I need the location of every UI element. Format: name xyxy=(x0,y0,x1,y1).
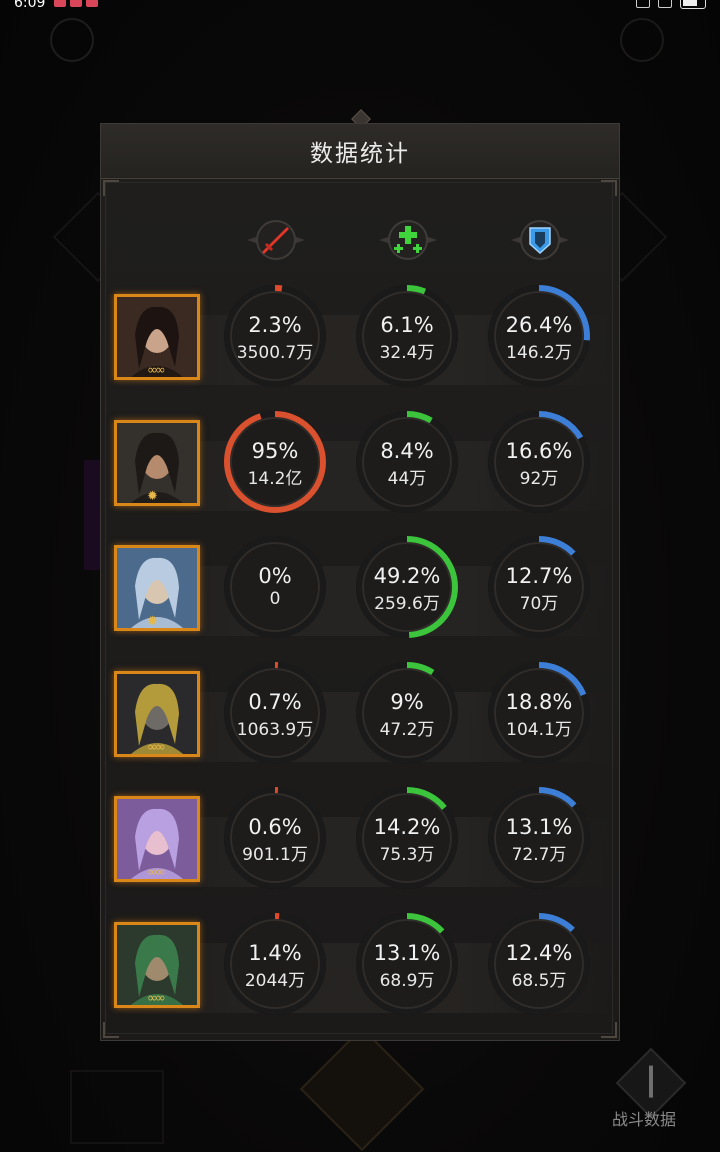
stat-percent: 12.7% xyxy=(505,564,573,588)
notification-icon xyxy=(70,0,82,7)
background-menu-icon xyxy=(50,18,94,62)
hero-rank-icon: ✹ xyxy=(147,488,158,504)
stat-amount: 68.5万 xyxy=(511,970,567,991)
battle-data-label: 战斗数据 xyxy=(612,1110,677,1129)
stat-percent: 14.2% xyxy=(373,815,441,839)
heal-column-icon xyxy=(379,215,437,265)
stat-amount: 3500.7万 xyxy=(236,343,314,363)
sword-icon xyxy=(262,227,289,254)
stat-amount: 14.2亿 xyxy=(247,468,303,489)
stat-percent: 1.4% xyxy=(248,940,302,965)
notification-icon xyxy=(86,0,98,7)
background-center-button xyxy=(299,1026,425,1152)
stat-amount: 104.1万 xyxy=(506,719,572,740)
defense-stat-gauge: 26.4% 146.2万 xyxy=(485,282,593,390)
defense-column-icon xyxy=(511,215,569,265)
stat-percent: 0.7% xyxy=(248,689,302,714)
stat-percent: 95% xyxy=(251,438,299,463)
heal-stat-gauge: 8.4% 44万 xyxy=(353,408,461,516)
shield-icon xyxy=(529,227,551,255)
stat-percent: 0.6% xyxy=(248,815,302,839)
hero-portrait[interactable]: ∞∞ xyxy=(114,921,200,1008)
defense-stat-gauge: 16.6% 92万 xyxy=(485,408,593,516)
stat-percent: 16.6% xyxy=(505,438,573,463)
heal-stat-gauge: 9% 47.2万 xyxy=(353,659,461,767)
panel-corner xyxy=(601,1022,617,1038)
hero-portrait[interactable]: ✹ xyxy=(114,545,200,631)
heal-stat-gauge: 14.2% 75.3万 xyxy=(353,784,461,892)
stat-amount: 75.3万 xyxy=(379,845,435,865)
bluetooth-icon xyxy=(636,0,650,8)
stat-amount: 44万 xyxy=(387,468,427,489)
status-time: 6:09 xyxy=(14,0,46,11)
attack-stat-gauge: 95% 14.2亿 xyxy=(221,408,329,516)
stat-amount: 92万 xyxy=(519,468,559,489)
background-ornament xyxy=(70,1070,164,1144)
notification-icon xyxy=(54,0,66,7)
stat-amount: 259.6万 xyxy=(374,594,440,614)
heal-stat-gauge: 13.1% 68.9万 xyxy=(353,910,461,1018)
stat-amount: 32.4万 xyxy=(379,343,435,363)
stat-amount: 70万 xyxy=(519,594,559,614)
defense-stat-gauge: 12.4% 68.5万 xyxy=(485,910,593,1018)
hero-rank-icon: ✹ xyxy=(147,614,158,629)
stat-percent: 8.4% xyxy=(380,438,434,463)
attack-stat-gauge: 2.3% 3500.7万 xyxy=(221,282,329,390)
panel-corner xyxy=(103,1022,119,1038)
stat-percent: 13.1% xyxy=(373,940,441,965)
stat-amount: 901.1万 xyxy=(242,845,308,865)
stat-percent: 26.4% xyxy=(505,313,573,337)
attack-stat-gauge: 1.4% 2044万 xyxy=(221,910,329,1018)
hero-portrait[interactable]: ✹ xyxy=(114,419,200,506)
hero-portrait[interactable]: ∞∞ xyxy=(114,796,200,882)
stat-percent: 13.1% xyxy=(505,815,573,839)
background-settings-icon xyxy=(620,18,664,62)
attack-stat-gauge: 0.6% 901.1万 xyxy=(221,784,329,892)
attack-column-icon xyxy=(247,215,305,265)
attack-stat-gauge: 0% 0 xyxy=(221,533,329,641)
stats-panel: 数据统计 ∞∞ 2.3% 3500.7万 6.1% 32.4万 26.4% 14… xyxy=(100,123,620,1041)
panel-title: 数据统计 xyxy=(310,141,410,167)
stat-percent: 9% xyxy=(390,689,424,714)
hero-rank-icon: ∞∞ xyxy=(147,990,166,1006)
battery-icon xyxy=(680,0,706,9)
defense-stat-gauge: 12.7% 70万 xyxy=(485,533,593,641)
stat-amount: 47.2万 xyxy=(379,719,435,740)
stat-percent: 49.2% xyxy=(373,564,441,588)
panel-header: 数据统计 xyxy=(101,124,619,179)
panel-corner xyxy=(103,180,119,196)
hero-portrait-image xyxy=(117,548,197,628)
heal-stat-gauge: 6.1% 32.4万 xyxy=(353,282,461,390)
hero-rank-icon: ∞∞ xyxy=(147,739,166,755)
stat-percent: 18.8% xyxy=(505,689,573,714)
attack-stat-gauge: 0.7% 1063.9万 xyxy=(221,659,329,767)
battle-data-button[interactable]: 战斗数据 xyxy=(600,1047,700,1138)
hero-portrait-image xyxy=(117,422,197,503)
hero-rank-icon: ∞∞ xyxy=(147,363,166,378)
status-right xyxy=(636,0,706,9)
panel-corner xyxy=(601,180,617,196)
heal-stat-gauge: 49.2% 259.6万 xyxy=(353,533,461,641)
notification-icons xyxy=(54,0,98,7)
status-bar: 6:09 xyxy=(0,0,720,12)
defense-stat-gauge: 13.1% 72.7万 xyxy=(485,784,593,892)
stat-amount: 68.9万 xyxy=(379,970,435,991)
stat-percent: 12.4% xyxy=(505,940,573,965)
hero-portrait[interactable]: ∞∞ xyxy=(114,294,200,380)
wifi-icon xyxy=(658,0,672,8)
defense-stat-gauge: 18.8% 104.1万 xyxy=(485,659,593,767)
plus-cross-icon xyxy=(394,226,422,253)
stat-percent: 0% xyxy=(258,564,292,588)
stat-percent: 2.3% xyxy=(248,313,302,337)
stat-amount: 2044万 xyxy=(244,970,306,991)
hero-portrait[interactable]: ∞∞ xyxy=(114,670,200,757)
stat-percent: 6.1% xyxy=(380,313,434,337)
stat-amount: 0 xyxy=(269,589,281,609)
hero-rank-icon: ∞∞ xyxy=(147,865,166,880)
stat-amount: 146.2万 xyxy=(506,343,572,363)
stat-amount: 1063.9万 xyxy=(236,719,314,740)
game-screen: 6:09 战斗数据 数据统计 ∞∞ 2.3% 3500.7万 6.1% 32.4… xyxy=(0,0,720,1152)
stat-amount: 72.7万 xyxy=(511,845,567,865)
